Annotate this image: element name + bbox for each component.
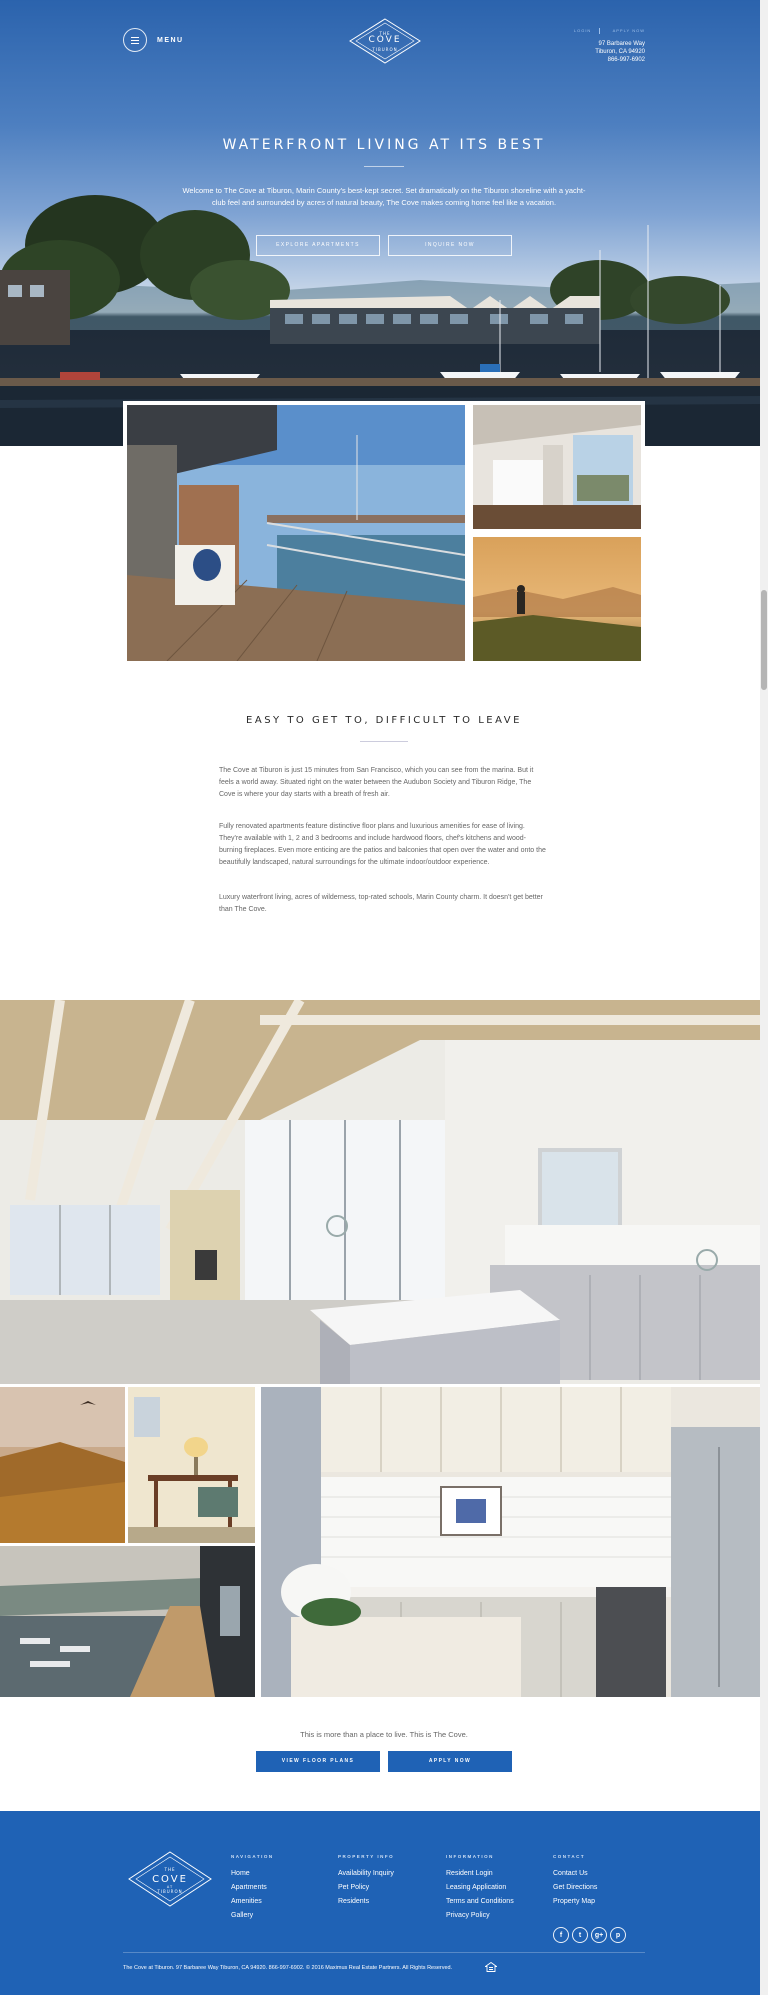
login-link[interactable]: LOGIN: [574, 28, 591, 33]
living-room-photo[interactable]: [0, 1000, 768, 1384]
sunset-hiker-photo[interactable]: [469, 533, 645, 665]
footer-logo[interactable]: THE COVE AT TIBURON: [128, 1851, 212, 1907]
footer-link-pet-policy[interactable]: Pet Policy: [338, 1881, 394, 1895]
menu-button[interactable]: MENU: [123, 28, 184, 52]
footer: THE COVE AT TIBURON NAVIGATION Home Apar…: [0, 1811, 768, 1995]
footer-link-leasing-application[interactable]: Leasing Application: [446, 1881, 514, 1895]
interior-kitchen-photo[interactable]: [469, 401, 645, 533]
footer-navigation-column: NAVIGATION Home Apartments Amenities Gal…: [231, 1854, 274, 1923]
page-scrollbar[interactable]: [760, 0, 768, 1995]
intro-divider: [360, 741, 408, 742]
intro-paragraph-2: Fully renovated apartments feature disti…: [219, 823, 546, 866]
intro-title: EASY TO GET TO, DIFFICULT TO LEAVE: [246, 715, 522, 726]
hillside-bird-photo[interactable]: [0, 1387, 128, 1543]
footer-contact-column: CONTACT Contact Us Get Directions Proper…: [553, 1854, 597, 1909]
explore-apartments-button[interactable]: EXPLORE APARTMENTS: [256, 235, 380, 256]
footer-information-heading: INFORMATION: [446, 1854, 494, 1859]
footer-property-heading: PROPERTY INFO: [338, 1854, 395, 1859]
phone-number[interactable]: 866-997-6902: [564, 56, 645, 64]
apply-now-button[interactable]: APPLY NOW: [388, 1751, 512, 1772]
intro-paragraph-3: Luxury waterfront living, acres of wilde…: [219, 894, 543, 913]
footer-copyright: The Cove at Tiburon. 97 Barbaree Way Tib…: [123, 1965, 453, 1971]
intro-paragraph-1: The Cove at Tiburon is just 15 minutes f…: [219, 767, 534, 798]
footer-logo-diamond-icon: THE COVE AT TIBURON: [128, 1851, 212, 1907]
view-floor-plans-button[interactable]: VIEW FLOOR PLANS: [256, 1751, 380, 1772]
scrollbar-thumb[interactable]: [761, 590, 767, 690]
logo-tiburon: TIBURON: [372, 47, 398, 52]
footer-link-residents[interactable]: Residents: [338, 1895, 394, 1909]
hero-section: MENU THE COVE TIBURON LOGIN APPLY NOW 97…: [0, 0, 768, 446]
address-city: Tiburon, CA 94920: [595, 49, 645, 55]
footer-link-apartments[interactable]: Apartments: [231, 1881, 274, 1895]
kitchen-photo[interactable]: [261, 1387, 768, 1697]
footer-link-gallery[interactable]: Gallery: [231, 1909, 274, 1923]
desk-nook-photo[interactable]: [128, 1387, 258, 1543]
boardwalk-marina-photo[interactable]: [0, 1543, 258, 1697]
footer-link-home[interactable]: Home: [231, 1867, 274, 1881]
hero-title: WATERFRONT LIVING AT ITS BEST: [222, 137, 546, 153]
footer-link-terms[interactable]: Terms and Conditions: [446, 1895, 514, 1909]
menu-label: MENU: [157, 36, 184, 44]
footer-link-property-map[interactable]: Property Map: [553, 1895, 597, 1909]
hero-description: Welcome to The Cove at Tiburon, Marin Co…: [182, 186, 586, 207]
balcony-photo[interactable]: [123, 401, 469, 665]
footer-link-amenities[interactable]: Amenities: [231, 1895, 274, 1909]
hero-marina-image: [0, 195, 768, 446]
footer-information-column: INFORMATION Resident Login Leasing Appli…: [446, 1854, 514, 1923]
apply-now-link[interactable]: APPLY NOW: [613, 28, 645, 33]
header-contact: LOGIN APPLY NOW 97 Barbaree Way Tiburon,…: [564, 28, 645, 64]
twitter-icon[interactable]: t: [572, 1927, 588, 1943]
footer-link-get-directions[interactable]: Get Directions: [553, 1881, 597, 1895]
google-plus-icon[interactable]: g+: [591, 1927, 607, 1943]
social-links: f t g+ p: [553, 1927, 626, 1943]
footer-divider: [123, 1952, 645, 1953]
cta-tagline: This is more than a place to live. This …: [300, 1730, 468, 1739]
footer-logo-tiburon: TIBURON: [156, 1889, 182, 1894]
footer-link-availability[interactable]: Availability Inquiry: [338, 1867, 394, 1881]
pinterest-icon[interactable]: p: [610, 1927, 626, 1943]
footer-logo-cove: COVE: [152, 1874, 188, 1885]
footer-logo-the: THE: [164, 1867, 176, 1872]
inquire-now-button[interactable]: INQUIRE NOW: [388, 235, 512, 256]
address-street: 97 Barbaree Way: [598, 41, 645, 47]
hero-divider: [364, 166, 404, 167]
footer-contact-heading: CONTACT: [553, 1854, 586, 1859]
footer-navigation-heading: NAVIGATION: [231, 1854, 274, 1859]
equal-housing-icon: [485, 1962, 497, 1972]
facebook-icon[interactable]: f: [553, 1927, 569, 1943]
footer-link-resident-login[interactable]: Resident Login: [446, 1867, 514, 1881]
footer-link-privacy[interactable]: Privacy Policy: [446, 1909, 514, 1923]
cove-logo[interactable]: THE COVE TIBURON: [349, 18, 421, 64]
hamburger-icon: [123, 28, 147, 52]
footer-link-contact-us[interactable]: Contact Us: [553, 1867, 597, 1881]
logo-cove: COVE: [368, 35, 402, 45]
footer-property-column: PROPERTY INFO Availability Inquiry Pet P…: [338, 1854, 394, 1909]
